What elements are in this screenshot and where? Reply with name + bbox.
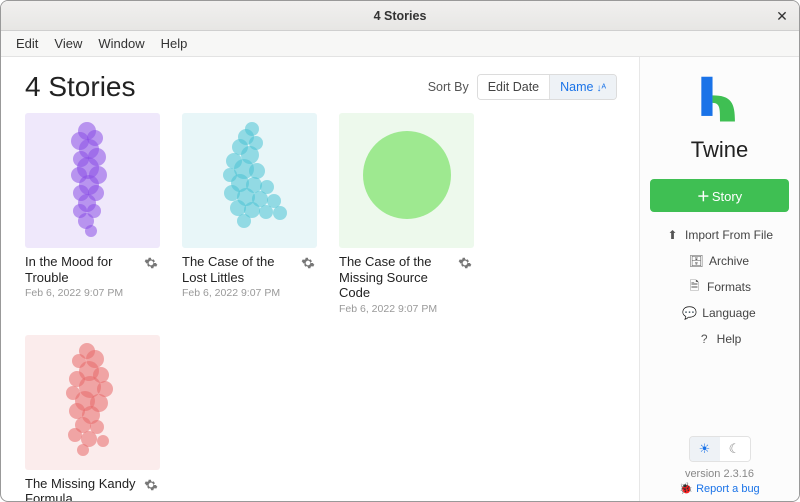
version-label: version 2.3.16 bbox=[685, 468, 754, 480]
story-date: Feb 6, 2022 9:07 PM bbox=[339, 303, 454, 315]
story-date: Feb 6, 2022 9:07 PM bbox=[25, 287, 140, 299]
close-icon[interactable]: ✕ bbox=[773, 7, 791, 25]
speech-icon: 💬 bbox=[683, 307, 696, 320]
story-title: The Case of the Lost Littles bbox=[182, 254, 297, 285]
bug-icon: 🐞 bbox=[679, 483, 693, 495]
sidebar: Twine ＋Story ⬆ Import From File 🗄 Archiv… bbox=[639, 57, 799, 501]
story-date: Feb 6, 2022 9:07 PM bbox=[182, 287, 297, 299]
story-title: The Missing Kandy Formula bbox=[25, 476, 140, 501]
story-grid: In the Mood for Trouble Feb 6, 2022 9:07… bbox=[25, 113, 617, 501]
menu-edit[interactable]: Edit bbox=[9, 33, 45, 54]
page-title: 4 Stories bbox=[25, 71, 136, 103]
story-thumbnail[interactable] bbox=[339, 113, 474, 248]
formats-label: Formats bbox=[707, 280, 751, 294]
story-card: In the Mood for Trouble Feb 6, 2022 9:07… bbox=[25, 113, 160, 315]
window-title: 4 Stories bbox=[374, 9, 427, 23]
twine-logo bbox=[692, 73, 748, 129]
titlebar: 4 Stories ✕ bbox=[1, 1, 799, 31]
report-bug-label: Report a bug bbox=[696, 483, 760, 495]
story-title: In the Mood for Trouble bbox=[25, 254, 140, 285]
new-story-label: Story bbox=[712, 189, 742, 204]
formats-button[interactable]: 🗎 Formats bbox=[688, 280, 751, 294]
theme-switch: ☀ ☾ bbox=[689, 436, 751, 462]
briefcase-icon: 🗄 bbox=[690, 255, 703, 268]
header-row: 4 Stories Sort By Edit Date Name↓ᴬ bbox=[25, 71, 617, 103]
story-thumbnail[interactable] bbox=[182, 113, 317, 248]
new-story-button[interactable]: ＋Story bbox=[650, 179, 789, 212]
sort-asc-icon: ↓ᴬ bbox=[596, 83, 606, 94]
menu-help[interactable]: Help bbox=[154, 33, 195, 54]
language-label: Language bbox=[702, 306, 755, 320]
menu-window[interactable]: Window bbox=[91, 33, 151, 54]
language-button[interactable]: 💬 Language bbox=[683, 306, 755, 320]
menubar: Edit View Window Help bbox=[1, 31, 799, 57]
story-caption: In the Mood for Trouble Feb 6, 2022 9:07… bbox=[25, 254, 160, 299]
archive-button[interactable]: 🗄 Archive bbox=[690, 254, 749, 268]
story-caption: The Case of the Lost Littles Feb 6, 2022… bbox=[182, 254, 317, 299]
story-title: The Case of the Missing Source Code bbox=[339, 254, 454, 301]
gear-icon[interactable] bbox=[144, 256, 160, 272]
report-bug-link[interactable]: 🐞 Report a bug bbox=[679, 482, 759, 495]
story-caption: The Missing Kandy Formula Feb 6, 2022 9:… bbox=[25, 476, 160, 501]
gear-icon[interactable] bbox=[301, 256, 317, 272]
sort-name-label: Name bbox=[560, 80, 593, 94]
sort-segment: Edit Date Name↓ᴬ bbox=[477, 74, 617, 100]
moon-icon: ☾ bbox=[729, 441, 741, 457]
sort-edit-date-button[interactable]: Edit Date bbox=[478, 75, 549, 99]
story-caption: The Case of the Missing Source Code Feb … bbox=[339, 254, 474, 315]
brand-label: Twine bbox=[691, 137, 748, 163]
theme-dark-button[interactable]: ☾ bbox=[720, 437, 750, 461]
sun-icon: ☀ bbox=[699, 441, 711, 457]
gear-icon[interactable] bbox=[458, 256, 474, 272]
import-label: Import From File bbox=[685, 228, 773, 242]
sort-name-button[interactable]: Name↓ᴬ bbox=[549, 75, 616, 99]
app-body: 4 Stories Sort By Edit Date Name↓ᴬ bbox=[1, 57, 799, 501]
menu-view[interactable]: View bbox=[47, 33, 89, 54]
story-thumbnail[interactable] bbox=[25, 335, 160, 470]
help-button[interactable]: ? Help bbox=[698, 332, 742, 346]
sort-edit-date-label: Edit Date bbox=[488, 80, 539, 94]
app-window: 4 Stories ✕ Edit View Window Help 4 Stor… bbox=[0, 0, 800, 502]
gear-icon[interactable] bbox=[144, 478, 160, 494]
plus-icon: ＋ bbox=[697, 189, 710, 204]
story-card: The Case of the Lost Littles Feb 6, 2022… bbox=[182, 113, 317, 315]
file-icon: 🗎 bbox=[688, 281, 701, 294]
question-icon: ? bbox=[698, 333, 711, 346]
story-thumbnail[interactable] bbox=[25, 113, 160, 248]
story-card: The Case of the Missing Source Code Feb … bbox=[339, 113, 474, 315]
theme-light-button[interactable]: ☀ bbox=[690, 437, 720, 461]
help-label: Help bbox=[717, 332, 742, 346]
import-button[interactable]: ⬆ Import From File bbox=[666, 228, 773, 242]
sort-by-label: Sort By bbox=[428, 80, 469, 94]
sort-controls: Sort By Edit Date Name↓ᴬ bbox=[428, 74, 617, 100]
story-card: The Missing Kandy Formula Feb 6, 2022 9:… bbox=[25, 335, 160, 501]
main-panel: 4 Stories Sort By Edit Date Name↓ᴬ bbox=[1, 57, 639, 501]
upload-icon: ⬆ bbox=[666, 229, 679, 242]
archive-label: Archive bbox=[709, 254, 749, 268]
sidebar-actions: ⬆ Import From File 🗄 Archive 🗎 Formats 💬… bbox=[650, 228, 789, 346]
